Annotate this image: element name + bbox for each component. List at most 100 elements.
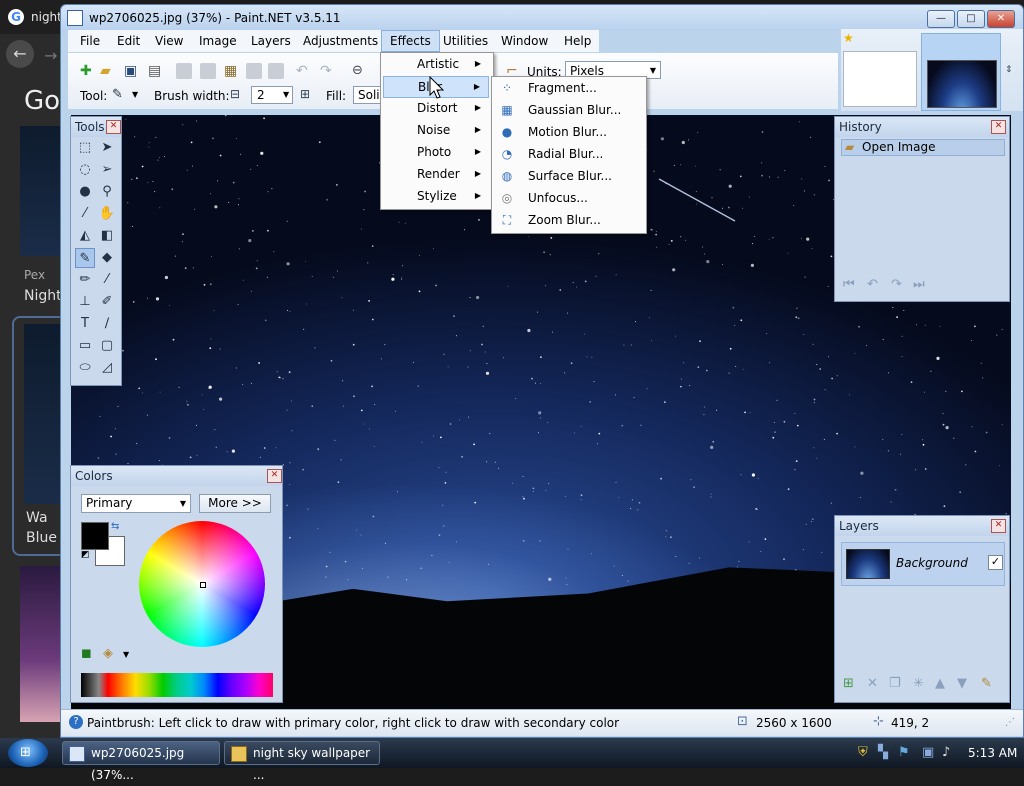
effects-render[interactable]: Render ▶ xyxy=(383,163,489,185)
result-image[interactable] xyxy=(20,126,60,256)
paintbrush-icon[interactable]: ✎ xyxy=(75,248,95,268)
magic-wand-icon[interactable]: ⁄ xyxy=(75,204,95,224)
decrease-width-icon[interactable]: ⊟ xyxy=(230,87,240,101)
close-button[interactable]: ✕ xyxy=(987,10,1015,28)
taskbar-clock[interactable]: 5:13 AM xyxy=(968,746,1017,760)
minimize-button[interactable]: — xyxy=(927,10,955,28)
colors-close-icon[interactable]: ✕ xyxy=(267,469,282,483)
ellipse-select-icon[interactable]: ● xyxy=(75,182,95,202)
menu-layers[interactable]: Layers xyxy=(243,30,299,52)
menu-window[interactable]: Window xyxy=(493,30,556,52)
effects-photo[interactable]: Photo ▶ xyxy=(383,141,489,163)
result-title[interactable]: Night xyxy=(24,288,62,304)
maximize-button[interactable]: □ xyxy=(957,10,985,28)
print-icon[interactable]: ▤ xyxy=(148,63,164,79)
increase-width-icon[interactable]: ⊞ xyxy=(300,87,310,101)
redo-icon[interactable]: ↷ xyxy=(320,63,336,79)
layers-close-icon[interactable]: ✕ xyxy=(991,519,1006,533)
add-palette-color-icon[interactable]: ◼ xyxy=(81,646,92,661)
title-bar[interactable]: wp2706025.jpg (37%) - Paint.NET v3.5.11 … xyxy=(61,5,1023,31)
duplicate-layer-icon[interactable]: ❐ xyxy=(889,676,901,691)
primary-color-swatch[interactable] xyxy=(81,522,109,550)
line-curve-icon[interactable]: ∕ xyxy=(97,314,117,334)
rectangle-select-icon[interactable]: ⬚ xyxy=(75,138,95,158)
network-icon[interactable]: ▚ xyxy=(878,745,888,760)
history-panel-title[interactable]: History xyxy=(835,117,1009,137)
menu-view[interactable]: View xyxy=(147,30,191,52)
ellipse-shape-icon[interactable]: ⬭ xyxy=(75,358,95,378)
rounded-rectangle-icon[interactable]: ▢ xyxy=(97,336,117,356)
menu-help[interactable]: Help xyxy=(556,30,599,52)
browser-tab[interactable]: G night xyxy=(0,0,66,34)
shield-icon[interactable]: ⛨ xyxy=(858,745,868,760)
menu-edit[interactable]: Edit xyxy=(109,30,148,52)
copy-icon[interactable] xyxy=(200,63,216,79)
blur-zoom[interactable]: ⛶ Zoom Blur... xyxy=(494,209,642,231)
menu-file[interactable]: File xyxy=(72,30,108,52)
tools-close-icon[interactable]: ✕ xyxy=(106,120,121,134)
more-colors-button[interactable]: More >> xyxy=(199,494,271,513)
blur-motion[interactable]: ● Motion Blur... xyxy=(494,121,642,143)
palette-menu-icon[interactable]: ◈ xyxy=(103,646,113,661)
move-layer-down-icon[interactable]: ▼ xyxy=(957,676,967,691)
open-folder-icon[interactable]: ▰ xyxy=(100,63,116,79)
freeform-shape-icon[interactable]: ◿ xyxy=(97,358,117,378)
blur-radial[interactable]: ◔ Radial Blur... xyxy=(494,143,642,165)
resize-grip-icon[interactable]: ⋰ xyxy=(1005,717,1015,728)
rewind-icon[interactable]: ⏮ xyxy=(843,277,855,292)
start-button[interactable]: ⊞ xyxy=(8,739,48,767)
blur-unfocus[interactable]: ◎ Unfocus... xyxy=(494,187,642,209)
paint-bucket-icon[interactable]: ◭ xyxy=(75,226,95,246)
delete-layer-icon[interactable]: ✕ xyxy=(867,676,878,691)
redo-history-icon[interactable]: ↷ xyxy=(891,277,902,292)
display-icon[interactable]: ▣ xyxy=(922,745,934,760)
effects-artistic[interactable]: Artistic ▶ xyxy=(383,53,489,75)
history-item[interactable]: ▰ Open Image xyxy=(841,139,1005,156)
pan-hand-icon[interactable]: ✋ xyxy=(97,204,117,224)
cut-icon[interactable] xyxy=(176,63,192,79)
color-palette[interactable] xyxy=(81,673,273,697)
effects-distort[interactable]: Distort ▶ xyxy=(383,97,489,119)
effects-stylize[interactable]: Stylize ▶ xyxy=(383,185,489,207)
color-wheel[interactable] xyxy=(139,521,265,647)
color-picker-icon[interactable]: ⁄ xyxy=(97,270,117,290)
lasso-select-icon[interactable]: ◌ xyxy=(75,160,95,180)
layer-properties-icon[interactable]: ✎ xyxy=(981,676,992,691)
tool-dropdown-arrow-icon[interactable]: ▼ xyxy=(132,90,138,99)
menu-effects[interactable]: Effects xyxy=(381,30,440,52)
back-arrow-icon[interactable]: ← xyxy=(6,40,34,68)
move-layer-up-icon[interactable]: ▲ xyxy=(935,676,945,691)
new-image-icon[interactable]: ✚ xyxy=(80,63,96,79)
move-selected-icon[interactable]: ➤ xyxy=(97,138,117,158)
forward-arrow-icon[interactable]: → xyxy=(44,46,57,65)
active-image-thumbnail[interactable] xyxy=(921,33,1001,111)
menu-adjustments[interactable]: Adjustments xyxy=(295,30,386,52)
layer-visibility-checkbox[interactable]: ✓ xyxy=(988,555,1003,570)
blur-fragment[interactable]: ⁘ Fragment... xyxy=(494,77,642,99)
history-close-icon[interactable]: ✕ xyxy=(991,120,1006,134)
undo-history-icon[interactable]: ↶ xyxy=(867,277,878,292)
crop-icon[interactable] xyxy=(246,63,262,79)
move-selection-icon[interactable]: ➢ xyxy=(97,160,117,180)
zoom-icon[interactable]: ⚲ xyxy=(97,182,117,202)
merge-layer-icon[interactable]: ✳ xyxy=(913,676,924,691)
image-thumbnail[interactable] xyxy=(843,51,917,107)
eraser-icon[interactable]: ◆ xyxy=(97,248,117,268)
windows-flag-icon[interactable]: ⚑ xyxy=(898,745,910,760)
fast-forward-icon[interactable]: ⏭ xyxy=(913,277,925,292)
menu-image[interactable]: Image xyxy=(191,30,245,52)
layer-row[interactable]: Background ✓ xyxy=(841,542,1005,586)
width-dropdown-arrow-icon[interactable]: ▼ xyxy=(283,90,289,99)
deselect-icon[interactable] xyxy=(268,63,284,79)
thumbnail-scroll-icon[interactable]: ⇕ xyxy=(1005,65,1013,75)
blur-surface[interactable]: ◍ Surface Blur... xyxy=(494,165,642,187)
colors-panel-title[interactable]: Colors xyxy=(71,466,282,486)
paintbrush-tool-icon[interactable]: ✎ xyxy=(112,87,123,102)
zoom-out-icon[interactable]: ⊖ xyxy=(352,63,368,79)
add-layer-icon[interactable]: ⊞ xyxy=(843,676,854,691)
reset-colors-icon[interactable]: ◩ xyxy=(81,550,90,560)
undo-icon[interactable]: ↶ xyxy=(296,63,312,79)
result-image[interactable] xyxy=(20,566,60,722)
color-mode-dropdown[interactable]: Primary ▼ xyxy=(81,494,191,513)
blur-gaussian[interactable]: ▦ Gaussian Blur... xyxy=(494,99,642,121)
